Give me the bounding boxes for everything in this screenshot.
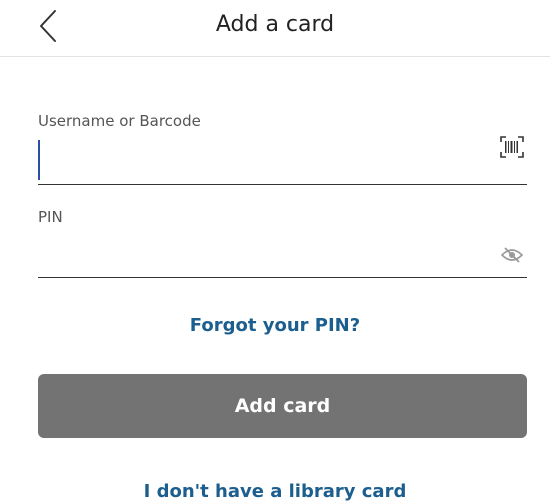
add-card-screen: Add a card Username or Barcode PIN Forgo…: [0, 0, 550, 502]
add-card-button[interactable]: Add card: [38, 374, 527, 438]
eye-off-icon: [501, 247, 523, 263]
username-input[interactable]: [38, 146, 478, 176]
page-title: Add a card: [215, 12, 335, 37]
no-library-card-link[interactable]: I don't have a library card: [0, 481, 550, 502]
toggle-pin-visibility-button[interactable]: [497, 240, 527, 270]
pin-field: PIN: [38, 208, 527, 280]
username-field: Username or Barcode: [38, 112, 527, 187]
pin-label: PIN: [38, 208, 63, 226]
pin-underline: [38, 277, 527, 278]
header: Add a card: [0, 0, 550, 57]
username-underline: [38, 184, 527, 185]
barcode-scan-icon: [500, 136, 524, 158]
text-caret: [38, 140, 40, 180]
scan-barcode-button[interactable]: [497, 132, 527, 162]
forgot-pin-link[interactable]: Forgot your PIN?: [0, 315, 550, 336]
pin-input[interactable]: [38, 238, 478, 268]
username-label: Username or Barcode: [38, 112, 201, 130]
